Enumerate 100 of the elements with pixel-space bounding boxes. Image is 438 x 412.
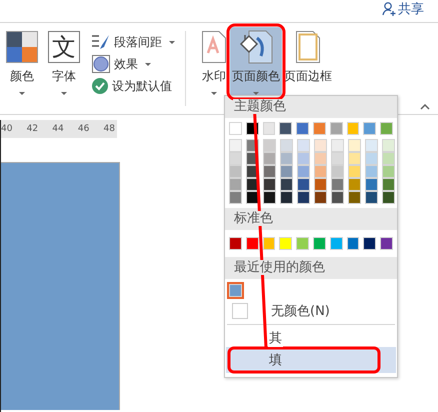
- color-swatch[interactable]: [365, 165, 378, 178]
- button-label: 效果: [114, 56, 138, 72]
- ruler-number: 40: [1, 124, 12, 134]
- color-swatch[interactable]: [280, 152, 293, 165]
- color-swatch[interactable]: [331, 152, 344, 165]
- section-header: 主题颜色: [225, 96, 397, 118]
- color-swatch[interactable]: [382, 152, 395, 165]
- color-swatch[interactable]: [314, 165, 327, 178]
- checkmark-icon: [92, 78, 108, 94]
- color-swatch[interactable]: [280, 165, 293, 178]
- color-scheme-icon: [6, 31, 38, 63]
- color-swatch[interactable]: [263, 191, 276, 204]
- color-swatch[interactable]: [229, 191, 242, 204]
- color-swatch[interactable]: [348, 178, 361, 191]
- color-swatch[interactable]: [365, 178, 378, 191]
- button-label: 页面边框: [284, 68, 332, 85]
- color-swatch[interactable]: [314, 139, 327, 152]
- ribbon-button[interactable]: 页面边框: [282, 27, 334, 97]
- color-swatch[interactable]: [229, 284, 242, 297]
- color-swatch[interactable]: [330, 237, 343, 250]
- color-swatch[interactable]: [331, 178, 344, 191]
- color-swatch[interactable]: [363, 122, 376, 135]
- color-swatch[interactable]: [297, 152, 310, 165]
- ruler-number: 44: [52, 124, 64, 134]
- ribbon-button[interactable]: 页面颜色: [230, 27, 282, 97]
- color-swatch[interactable]: [229, 122, 242, 135]
- color-swatch[interactable]: [380, 237, 393, 250]
- color-swatch[interactable]: [348, 165, 361, 178]
- color-swatch[interactable]: [365, 152, 378, 165]
- color-swatch[interactable]: [312, 237, 326, 250]
- section-header: 最近使用的颜色: [225, 257, 397, 279]
- color-swatch[interactable]: [229, 165, 242, 178]
- ribbon-button[interactable]: 颜色: [4, 27, 40, 114]
- paragraph-spacing-icon: [92, 34, 110, 50]
- button-label: 设为默认值: [112, 78, 172, 94]
- color-swatch[interactable]: [297, 178, 310, 191]
- effects-icon: [92, 55, 110, 73]
- color-swatch[interactable]: [263, 152, 276, 165]
- ribbon-button[interactable]: 效果: [92, 55, 175, 73]
- color-swatch[interactable]: [380, 122, 393, 135]
- button-label: 段落间距: [114, 34, 162, 50]
- ribbon-button[interactable]: 文 字体: [46, 27, 82, 114]
- ribbon-button[interactable]: 设为默认值: [92, 77, 175, 95]
- section-header: 标准色: [225, 208, 397, 230]
- color-swatch[interactable]: [297, 165, 310, 178]
- ruler-number: 46: [78, 124, 90, 134]
- button-label: 字体: [52, 68, 76, 85]
- color-swatch[interactable]: [346, 122, 360, 135]
- ribbon-button[interactable]: 段落间距: [92, 33, 175, 51]
- color-swatch[interactable]: [297, 191, 310, 204]
- caret-icon: [169, 40, 175, 44]
- color-swatch[interactable]: [314, 152, 327, 165]
- color-swatch[interactable]: [365, 191, 378, 204]
- button-label: 颜色: [10, 68, 34, 85]
- color-swatch[interactable]: [263, 139, 276, 152]
- color-swatch[interactable]: [262, 122, 276, 135]
- page-border-icon: [296, 31, 320, 63]
- color-swatch[interactable]: [279, 122, 292, 135]
- chevron-up-icon[interactable]: [420, 104, 430, 110]
- color-swatch[interactable]: [280, 178, 293, 191]
- paint-bucket-icon: [239, 30, 273, 64]
- caret-icon: [145, 62, 151, 66]
- color-swatch[interactable]: [348, 139, 361, 152]
- color-swatch[interactable]: [331, 139, 344, 152]
- ribbon-button[interactable]: 水印: [198, 27, 230, 97]
- color-swatch[interactable]: [330, 122, 343, 135]
- color-swatch[interactable]: [296, 122, 309, 135]
- color-swatch[interactable]: [262, 237, 276, 250]
- color-swatch[interactable]: [363, 237, 376, 250]
- color-swatch[interactable]: [229, 152, 242, 165]
- person-add-icon: [382, 2, 396, 16]
- color-swatch[interactable]: [348, 191, 361, 204]
- font-icon: 文: [48, 31, 80, 63]
- color-swatch[interactable]: [229, 237, 242, 250]
- color-swatch[interactable]: [263, 178, 276, 191]
- color-swatch[interactable]: [279, 237, 292, 250]
- color-swatch[interactable]: [312, 122, 326, 135]
- color-swatch[interactable]: [331, 165, 344, 178]
- color-swatch[interactable]: [280, 191, 293, 204]
- color-swatch[interactable]: [297, 139, 310, 152]
- color-swatch[interactable]: [314, 178, 327, 191]
- color-swatch[interactable]: [280, 139, 293, 152]
- color-swatch[interactable]: [382, 139, 395, 152]
- color-swatch[interactable]: [246, 237, 259, 250]
- color-swatch[interactable]: [382, 191, 395, 204]
- color-swatch[interactable]: [229, 139, 242, 152]
- color-swatch[interactable]: [296, 237, 309, 250]
- ruler-number: 48: [104, 124, 115, 134]
- ruler-number: 42: [26, 124, 38, 134]
- color-swatch[interactable]: [348, 152, 361, 165]
- color-swatch[interactable]: [263, 165, 276, 178]
- share-button[interactable]: 共享: [382, 0, 424, 18]
- color-swatch[interactable]: [382, 165, 395, 178]
- color-swatch[interactable]: [314, 191, 327, 204]
- color-swatch[interactable]: [365, 139, 378, 152]
- color-swatch[interactable]: [331, 191, 344, 204]
- caret-icon: [211, 92, 217, 95]
- color-swatch[interactable]: [382, 178, 395, 191]
- color-swatch[interactable]: [229, 178, 242, 191]
- color-swatch[interactable]: [346, 237, 360, 250]
